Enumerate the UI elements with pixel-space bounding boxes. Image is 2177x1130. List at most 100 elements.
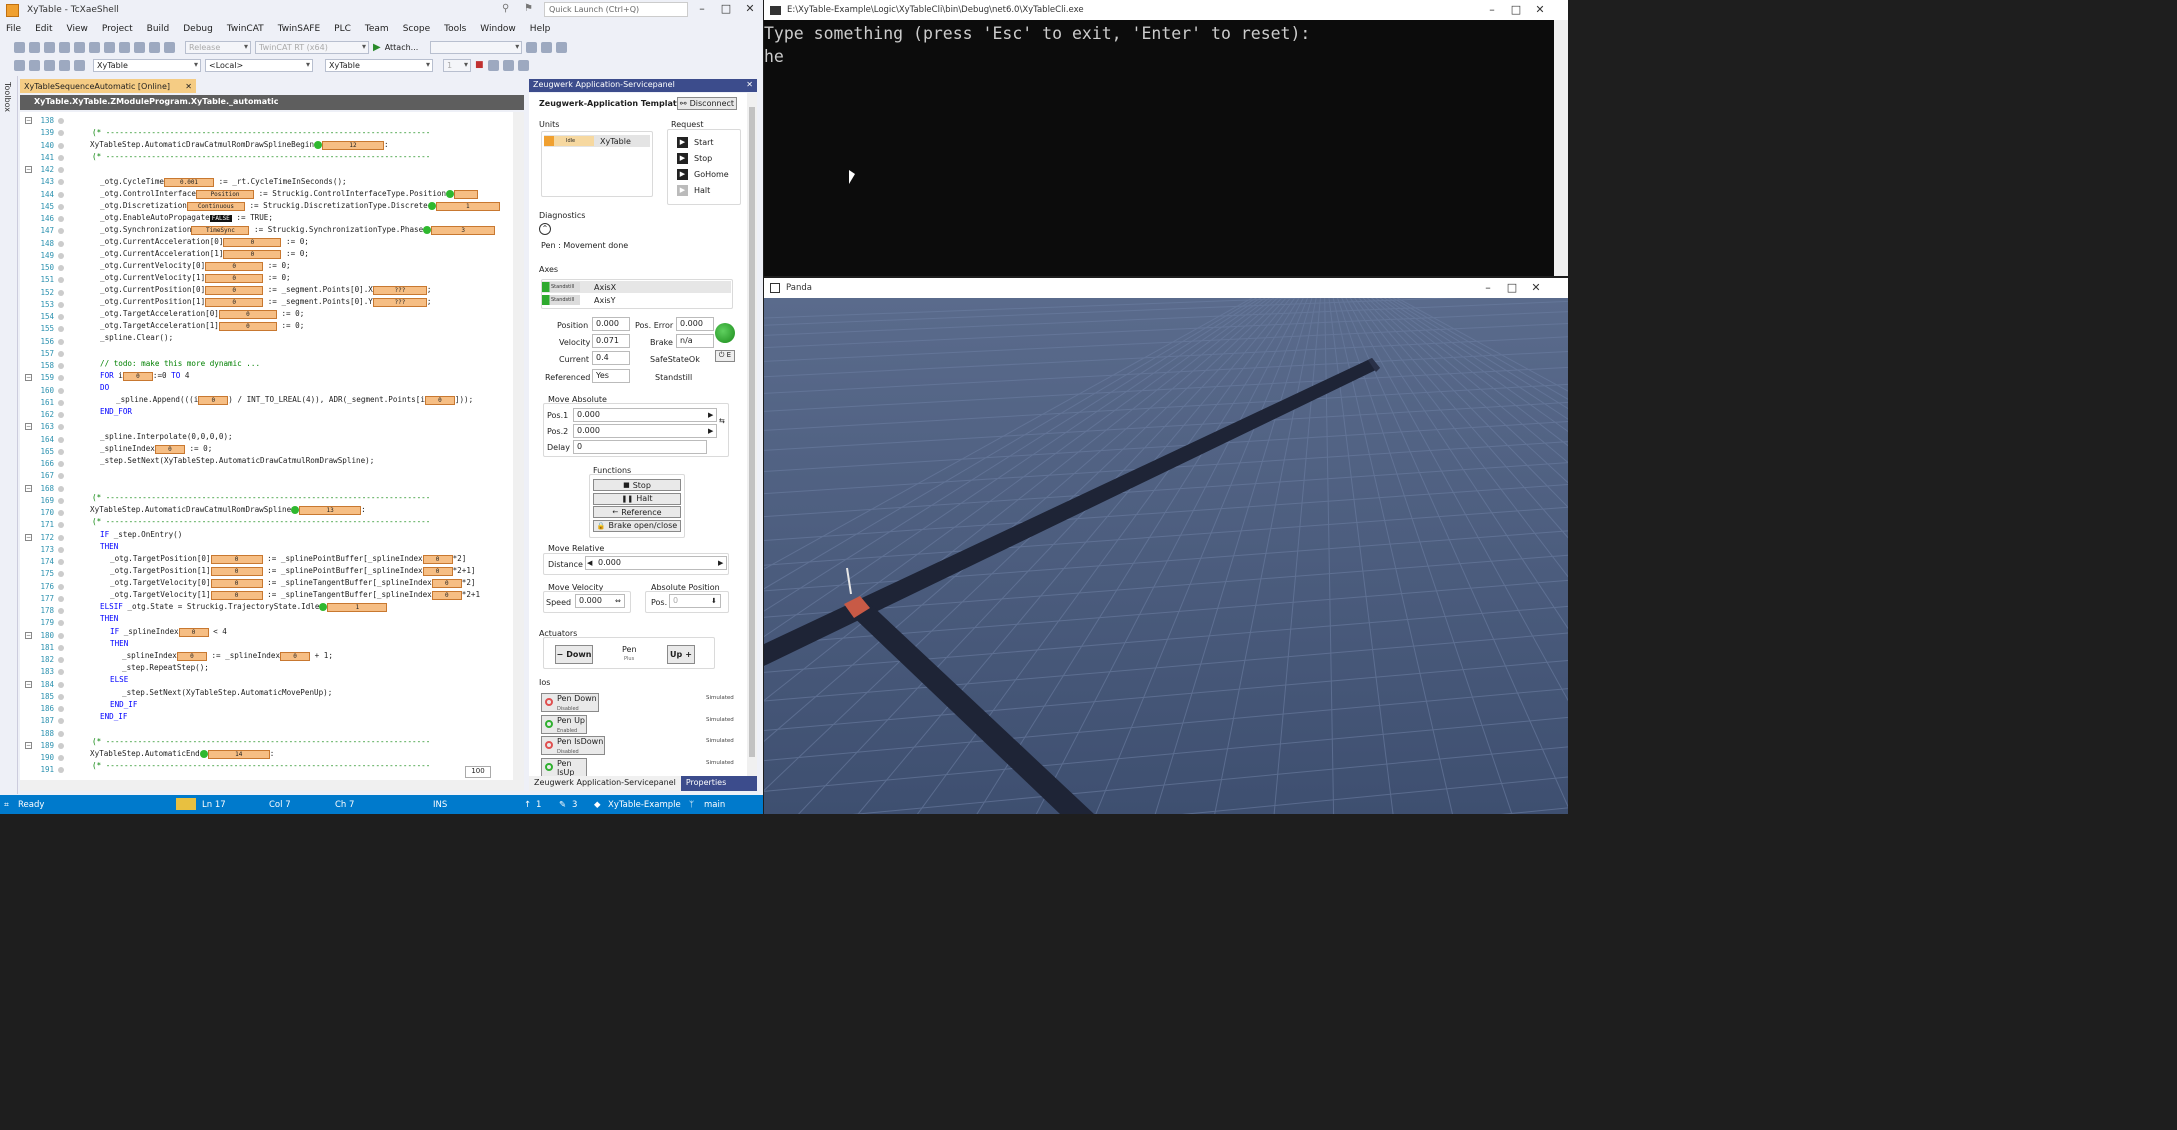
maximize-icon[interactable]: □ <box>714 2 738 16</box>
3d-viewport[interactable] <box>764 298 1568 814</box>
branch-icon[interactable]: ᛘ <box>689 800 694 810</box>
menu-item-plc[interactable]: PLC <box>334 24 351 34</box>
breakpoint-marker-icon[interactable] <box>58 669 64 676</box>
breakpoint-marker-icon[interactable] <box>58 314 64 320</box>
breakpoint-marker-icon[interactable] <box>58 497 64 504</box>
breakpoint-marker-icon[interactable] <box>58 632 64 639</box>
breakpoint-icon[interactable] <box>517 59 529 71</box>
request-start-button[interactable]: ▶ Start <box>677 137 714 148</box>
step-left-icon[interactable]: ◀ <box>587 559 592 567</box>
pos2-input[interactable]: 0.000 <box>573 424 717 438</box>
cut-icon[interactable] <box>104 41 115 53</box>
console-scrollbar[interactable] <box>1554 20 1568 276</box>
breakpoint-marker-icon[interactable] <box>58 485 64 492</box>
online-value[interactable]: 0 <box>154 444 185 454</box>
toolbar-icon-c[interactable] <box>556 41 568 53</box>
online-value[interactable]: 0 <box>210 590 263 600</box>
breakpoint-marker-icon[interactable] <box>58 473 64 480</box>
breakpoint-marker-icon[interactable] <box>58 436 64 443</box>
filter-icon[interactable]: ⚲ <box>502 3 509 14</box>
toggle-pos-icon[interactable]: ⇆ <box>719 417 725 425</box>
breakpoint-marker-icon[interactable] <box>58 191 64 198</box>
menu-item-scope[interactable]: Scope <box>403 24 430 34</box>
pen-up-button[interactable]: Up + <box>667 645 695 664</box>
stop-icon[interactable]: ■ <box>475 60 484 70</box>
attach-button[interactable]: Attach... <box>385 43 419 52</box>
toggle-icon[interactable] <box>74 59 85 71</box>
panel-scrollbar[interactable] <box>747 93 757 776</box>
online-value[interactable]: 0 <box>178 627 209 637</box>
debug-target-select[interactable] <box>430 40 523 54</box>
breakpoint-marker-icon[interactable] <box>58 657 64 663</box>
breakpoint-marker-icon[interactable] <box>58 338 64 345</box>
pencil-icon[interactable]: ✎ <box>559 800 566 810</box>
online-value[interactable]: 12 <box>322 140 385 150</box>
feedback-icon[interactable]: ⚑ <box>524 3 533 14</box>
project-select[interactable]: XyTable <box>93 58 201 72</box>
io-button[interactable]: Pen Down Disabled <box>541 693 599 712</box>
online-value[interactable]: 0 <box>424 395 455 405</box>
close-icon[interactable]: ✕ <box>1528 3 1552 17</box>
function-reference-button[interactable]: ← Reference <box>593 506 681 518</box>
panel-tab[interactable]: Properties <box>681 776 731 791</box>
breakpoint-marker-icon[interactable] <box>58 620 64 627</box>
collapse-icon[interactable]: ⌃ <box>539 223 551 235</box>
fold-toggle-icon[interactable]: − <box>25 166 32 173</box>
toolbox-sidebar[interactable]: Toolbox <box>0 76 18 794</box>
axis-row[interactable]: Standstill AxisX <box>542 281 731 293</box>
online-value[interactable]: 0 <box>223 249 282 259</box>
fold-toggle-icon[interactable]: − <box>25 484 32 492</box>
branch-name[interactable]: main <box>704 800 725 810</box>
menu-item-project[interactable]: Project <box>102 24 133 34</box>
console-input[interactable]: he <box>764 45 1310 68</box>
breakpoint-marker-icon[interactable] <box>58 461 64 467</box>
breakpoint-marker-icon[interactable] <box>58 546 64 553</box>
breakpoint-marker-icon[interactable] <box>58 522 64 529</box>
toolbar-icon-b[interactable] <box>541 41 553 53</box>
breakpoint-marker-icon[interactable] <box>58 203 64 210</box>
configuration-select[interactable]: Release <box>185 40 251 54</box>
menu-item-tools[interactable]: Tools <box>444 24 466 34</box>
redo-icon[interactable] <box>164 41 175 53</box>
breakpoint-marker-icon[interactable] <box>58 681 64 688</box>
io-button[interactable]: Pen IsDown Disabled <box>541 736 605 755</box>
restart-icon[interactable] <box>29 59 40 71</box>
zoom-level[interactable]: 100 <box>465 766 491 778</box>
online-value[interactable]: 0 <box>205 261 264 271</box>
menu-item-debug[interactable]: Debug <box>183 24 213 34</box>
online-value[interactable]: TimeSync <box>191 225 250 235</box>
paste-icon[interactable] <box>134 41 145 53</box>
console-window[interactable]: E:\XyTable-Example\Logic\XyTableCli\bin\… <box>764 0 1568 276</box>
breakpoint-marker-icon[interactable] <box>58 571 64 578</box>
online-value[interactable]: Position <box>196 189 255 199</box>
online-value[interactable]: 0 <box>205 285 264 295</box>
breakpoint-marker-icon[interactable] <box>58 216 64 222</box>
breakpoint-marker-icon[interactable] <box>58 154 64 161</box>
close-icon[interactable]: ✕ <box>738 2 762 16</box>
menu-item-twincat[interactable]: TwinCAT <box>227 24 264 34</box>
scan-icon[interactable] <box>59 59 70 71</box>
push-icon[interactable]: ↑ <box>524 800 531 810</box>
online-value[interactable]: 14 <box>207 749 270 759</box>
online-value[interactable]: 0 <box>218 321 277 331</box>
online-value[interactable] <box>454 189 479 199</box>
close-tab-icon[interactable]: ✕ <box>185 82 192 91</box>
menu-item-view[interactable]: View <box>67 24 88 34</box>
config-mode-icon[interactable] <box>44 59 55 71</box>
panda-window[interactable]: Panda – □ ✕ <box>764 278 1568 814</box>
breakpoint-marker-icon[interactable] <box>58 693 64 700</box>
pos1-input[interactable]: 0.000 <box>573 408 717 422</box>
online-value[interactable]: 1 <box>435 201 500 211</box>
online-value[interactable]: 0 <box>431 578 462 588</box>
fold-toggle-icon[interactable]: − <box>25 423 32 431</box>
disconnect-button[interactable]: ⚯ Disconnect <box>677 97 737 110</box>
request-stop-button[interactable]: ▶ Stop <box>677 153 712 164</box>
maximize-icon[interactable]: □ <box>1504 3 1528 17</box>
online-value[interactable]: 0 <box>280 651 311 661</box>
online-value[interactable]: 0 <box>176 651 207 661</box>
number-select[interactable]: 1 <box>443 58 471 72</box>
target-select[interactable]: <Local> <box>205 58 313 72</box>
unit-row[interactable]: Idle XyTable <box>544 135 650 147</box>
breakpoint-marker-icon[interactable] <box>58 387 64 394</box>
breakpoint-marker-icon[interactable] <box>58 142 64 149</box>
